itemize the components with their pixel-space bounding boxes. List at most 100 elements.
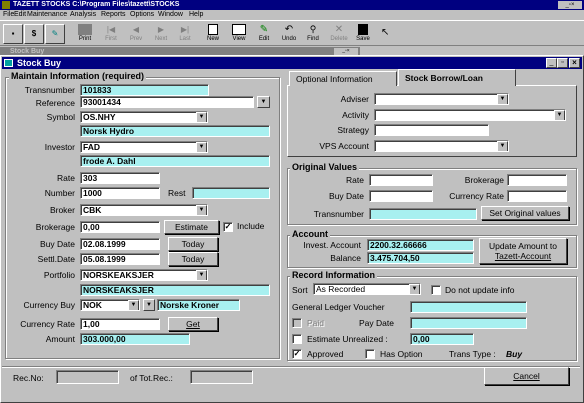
currency-rate-input[interactable]: 1,00 <box>80 318 160 330</box>
rate-input[interactable]: 303 <box>80 172 160 184</box>
sort-select[interactable]: As Recorded ▼ <box>313 283 421 295</box>
has-option-checkbox[interactable] <box>365 349 375 359</box>
symbol-label: Symbol <box>46 112 75 122</box>
printer-icon <box>78 24 92 35</box>
rec-no-field <box>56 370 119 384</box>
menu-edit[interactable]: Edit <box>14 10 26 20</box>
close-button[interactable]: × <box>569 58 580 68</box>
trans-type-label: Trans Type : <box>449 349 496 359</box>
new-button[interactable]: New <box>200 23 226 45</box>
symbol-select[interactable]: OS.NHY ▼ <box>80 111 208 123</box>
prev-button[interactable]: ◀ Prev <box>123 23 149 45</box>
minimize-button[interactable]: _ <box>546 58 557 68</box>
pay-date-field <box>410 317 527 329</box>
print-button[interactable]: Print <box>72 23 98 45</box>
save-button[interactable]: Save <box>350 23 376 45</box>
chevron-down-icon[interactable]: ▼ <box>196 205 207 215</box>
chevron-down-icon[interactable]: ▼ <box>497 94 508 104</box>
strategy-input[interactable] <box>374 124 489 136</box>
reference-dropdown[interactable]: ▼ <box>257 96 270 108</box>
next-button[interactable]: ▶ Next <box>148 23 174 45</box>
original-transnumber-label: Transnumber <box>313 209 364 219</box>
last-record-icon: ▶| <box>180 25 190 34</box>
reference-input[interactable]: 93001434 <box>80 96 254 108</box>
first-record-icon: |◀ <box>106 25 116 34</box>
brokerage-input[interactable]: 0,00 <box>80 221 160 233</box>
menu-file[interactable]: File <box>3 10 14 20</box>
currency-buy-select[interactable]: NOK ▼ <box>80 299 140 311</box>
find-icon: ⚲ <box>309 24 317 34</box>
chevron-down-icon[interactable]: ▼ <box>554 110 565 120</box>
menu-options[interactable]: Options <box>130 10 154 20</box>
menu-window[interactable]: Window <box>158 10 183 20</box>
toolbar-tool-2[interactable]: $ <box>24 24 44 44</box>
amount-label: Amount <box>45 334 75 344</box>
vps-account-select[interactable]: ▼ <box>374 140 509 152</box>
do-not-update-label: Do not update info <box>445 285 515 295</box>
tab-stock-borrow-loan[interactable]: Stock Borrow/Loan <box>398 69 516 86</box>
investor-select[interactable]: FAD ▼ <box>80 141 208 153</box>
original-buy-date-input[interactable] <box>369 190 433 202</box>
chevron-down-icon[interactable]: ▼ <box>196 142 207 152</box>
strategy-label: Strategy <box>337 125 369 135</box>
number-input[interactable]: 1000 <box>80 187 160 199</box>
original-brokerage-input[interactable] <box>507 174 567 186</box>
menu-maintenance[interactable]: Maintenance <box>27 10 67 20</box>
undo-button[interactable]: ↶ Undo <box>276 23 302 45</box>
buy-date-input[interactable]: 02.08.1999 <box>80 238 160 250</box>
get-currency-rate-button[interactable]: Get <box>168 317 218 331</box>
find-button[interactable]: ⚲ Find <box>300 23 326 45</box>
toolbar-tool-1[interactable]: ▪ <box>3 24 23 44</box>
sort-label: Sort <box>292 285 308 295</box>
settl-date-input[interactable]: 05.08.1999 <box>80 253 160 265</box>
rest-label: Rest <box>168 188 186 198</box>
prev-record-icon: ◀ <box>132 25 140 34</box>
menu-analysis[interactable]: Analysis <box>70 10 96 20</box>
app-window-controls[interactable]: _▫× <box>558 1 582 9</box>
include-checkbox[interactable]: ✓ <box>223 222 233 232</box>
chevron-down-icon[interactable]: ▼ <box>196 112 207 122</box>
activity-select[interactable]: ▼ <box>374 109 566 121</box>
app-title-bar: TAZETT STOCKS C:\Program Files\tazett\ST… <box>0 0 584 10</box>
dialog-icon <box>4 59 13 67</box>
maximize-button[interactable]: ▫ <box>557 58 568 68</box>
last-button[interactable]: ▶| Last <box>172 23 198 45</box>
rate-label: Rate <box>57 173 75 183</box>
chevron-down-icon[interactable]: ▼ <box>196 270 207 280</box>
adviser-select[interactable]: ▼ <box>374 93 509 105</box>
toolbar: ▪ $ ✎ Print |◀ First ◀ Prev ▶ Next ▶| Last N… <box>0 20 584 46</box>
update-amount-button[interactable]: Update Amount to Tazett-Account <box>479 238 567 264</box>
currency-lookup-button[interactable]: ▼ <box>143 299 155 311</box>
view-button[interactable]: View <box>226 23 252 45</box>
approved-label: Approved <box>307 349 344 359</box>
chevron-down-icon[interactable]: ▼ <box>128 300 139 310</box>
paid-checkbox[interactable] <box>292 318 302 328</box>
first-button[interactable]: |◀ First <box>98 23 124 45</box>
background-window-controls[interactable]: _▫× <box>334 48 358 55</box>
symbol-name-field: Norsk Hydro <box>80 125 270 137</box>
edit-button[interactable]: ✎ Edit <box>251 23 277 45</box>
estimate-unrealized-checkbox[interactable] <box>292 334 302 344</box>
buy-date-today-button[interactable]: Today <box>168 237 218 251</box>
original-currency-rate-input[interactable] <box>507 190 567 202</box>
original-transnumber-field <box>369 208 477 220</box>
delete-button[interactable]: ✕ Delete <box>326 23 352 45</box>
settl-date-today-button[interactable]: Today <box>168 252 218 266</box>
approved-checkbox[interactable]: ✓ <box>292 349 302 359</box>
do-not-update-checkbox[interactable] <box>431 285 441 295</box>
original-rate-input[interactable] <box>369 174 433 186</box>
estimate-button[interactable]: Estimate <box>164 220 219 234</box>
set-original-values-button[interactable]: Set Original values <box>481 206 569 220</box>
broker-select[interactable]: CBK ▼ <box>80 204 208 216</box>
settl-date-label: Settl.Date <box>37 254 75 264</box>
menu-reports[interactable]: Reports <box>101 10 126 20</box>
tab-optional-information[interactable]: Optional Information <box>289 71 397 86</box>
chevron-down-icon[interactable]: ▼ <box>497 141 508 151</box>
record-info-title: Record Information <box>290 270 378 281</box>
portfolio-select[interactable]: NORSKEAKSJER ▼ <box>80 269 208 281</box>
toolbar-tool-3[interactable]: ✎ <box>45 24 65 44</box>
cancel-button[interactable]: Cancel <box>484 367 569 385</box>
chevron-down-icon: ▼ <box>146 302 152 308</box>
chevron-down-icon[interactable]: ▼ <box>409 284 420 294</box>
menu-help[interactable]: Help <box>189 10 203 20</box>
